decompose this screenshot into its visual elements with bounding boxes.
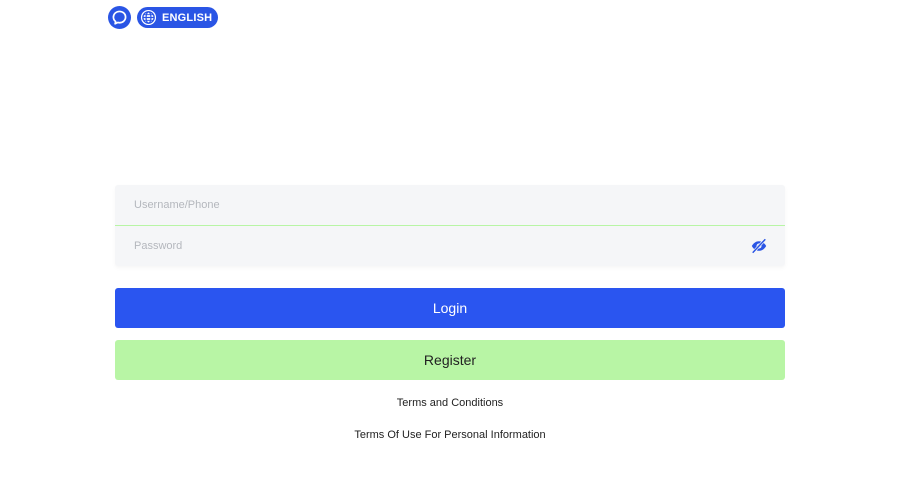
top-bar: ENGLISH <box>108 6 219 29</box>
login-form <box>115 185 785 266</box>
language-selector[interactable]: ENGLISH <box>137 7 219 28</box>
terms-and-conditions-link[interactable]: Terms and Conditions <box>115 397 785 409</box>
chat-button[interactable] <box>108 6 131 29</box>
eye-slash-icon[interactable] <box>750 237 768 255</box>
register-button[interactable]: Register <box>115 340 785 380</box>
login-button[interactable]: Login <box>115 288 785 328</box>
language-label: ENGLISH <box>162 11 213 24</box>
personal-information-terms-link[interactable]: Terms Of Use For Personal Information <box>115 429 785 441</box>
password-input[interactable] <box>115 226 785 266</box>
chat-bubble-icon <box>112 10 127 25</box>
globe-icon <box>140 9 157 26</box>
password-field-wrapper <box>115 226 785 266</box>
username-field-wrapper <box>115 185 785 226</box>
username-input[interactable] <box>115 185 785 225</box>
